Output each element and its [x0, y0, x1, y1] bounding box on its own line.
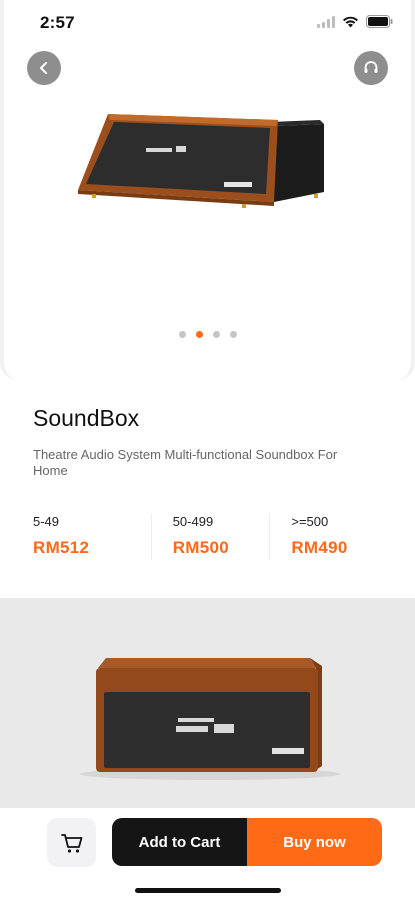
product-description: Theatre Audio System Multi-functional So…: [33, 447, 338, 478]
wifi-icon: [343, 16, 358, 27]
product-detail-image: [0, 598, 415, 808]
status-bar: 2:57: [0, 0, 415, 44]
chevron-left-icon: [40, 62, 47, 74]
price-tiers: 5-49 RM512 50-499 RM500 >=500 RM490: [33, 514, 388, 560]
bottom-action-bar: Add to Cart Buy now: [0, 808, 415, 900]
price-tier: 5-49 RM512: [33, 514, 151, 560]
tier-quantity: 5-49: [33, 514, 60, 529]
product-gallery[interactable]: [0, 0, 415, 380]
status-time: 2:57: [40, 13, 75, 32]
gallery-pagination[interactable]: [0, 331, 415, 338]
buy-now-button[interactable]: Buy now: [247, 818, 382, 866]
home-indicator[interactable]: [135, 888, 281, 893]
cellular-signal-icon: [317, 15, 335, 28]
cart-icon: [60, 833, 82, 853]
section-divider: [0, 380, 415, 400]
pagination-dot[interactable]: [178, 331, 186, 338]
product-title: SoundBox: [33, 405, 140, 431]
tier-price: RM490: [291, 538, 348, 557]
cart-button[interactable]: [47, 818, 96, 867]
purchase-actions: Add to Cart Buy now: [112, 818, 382, 866]
price-tier: >=500 RM490: [269, 514, 388, 560]
product-detail-screen: 2:57 SoundBox Theatre Audio System Multi…: [0, 0, 415, 900]
customer-support-button[interactable]: [354, 51, 388, 85]
back-button[interactable]: [27, 51, 61, 85]
tier-price: RM512: [33, 538, 90, 557]
pagination-dot-active[interactable]: [195, 331, 203, 338]
headset-icon: [364, 61, 378, 73]
tier-price: RM500: [172, 538, 230, 557]
tier-quantity: 50-499: [172, 514, 214, 529]
speaker-front-image: [80, 658, 340, 780]
status-icons: [317, 15, 393, 28]
price-tier: 50-499 RM500: [150, 514, 270, 560]
add-to-cart-button[interactable]: Add to Cart: [112, 818, 247, 866]
battery-icon: [366, 15, 393, 28]
tier-quantity: >=500: [291, 514, 329, 529]
pagination-dot[interactable]: [229, 331, 237, 338]
product-image: [78, 114, 324, 208]
pagination-dot[interactable]: [212, 331, 220, 338]
